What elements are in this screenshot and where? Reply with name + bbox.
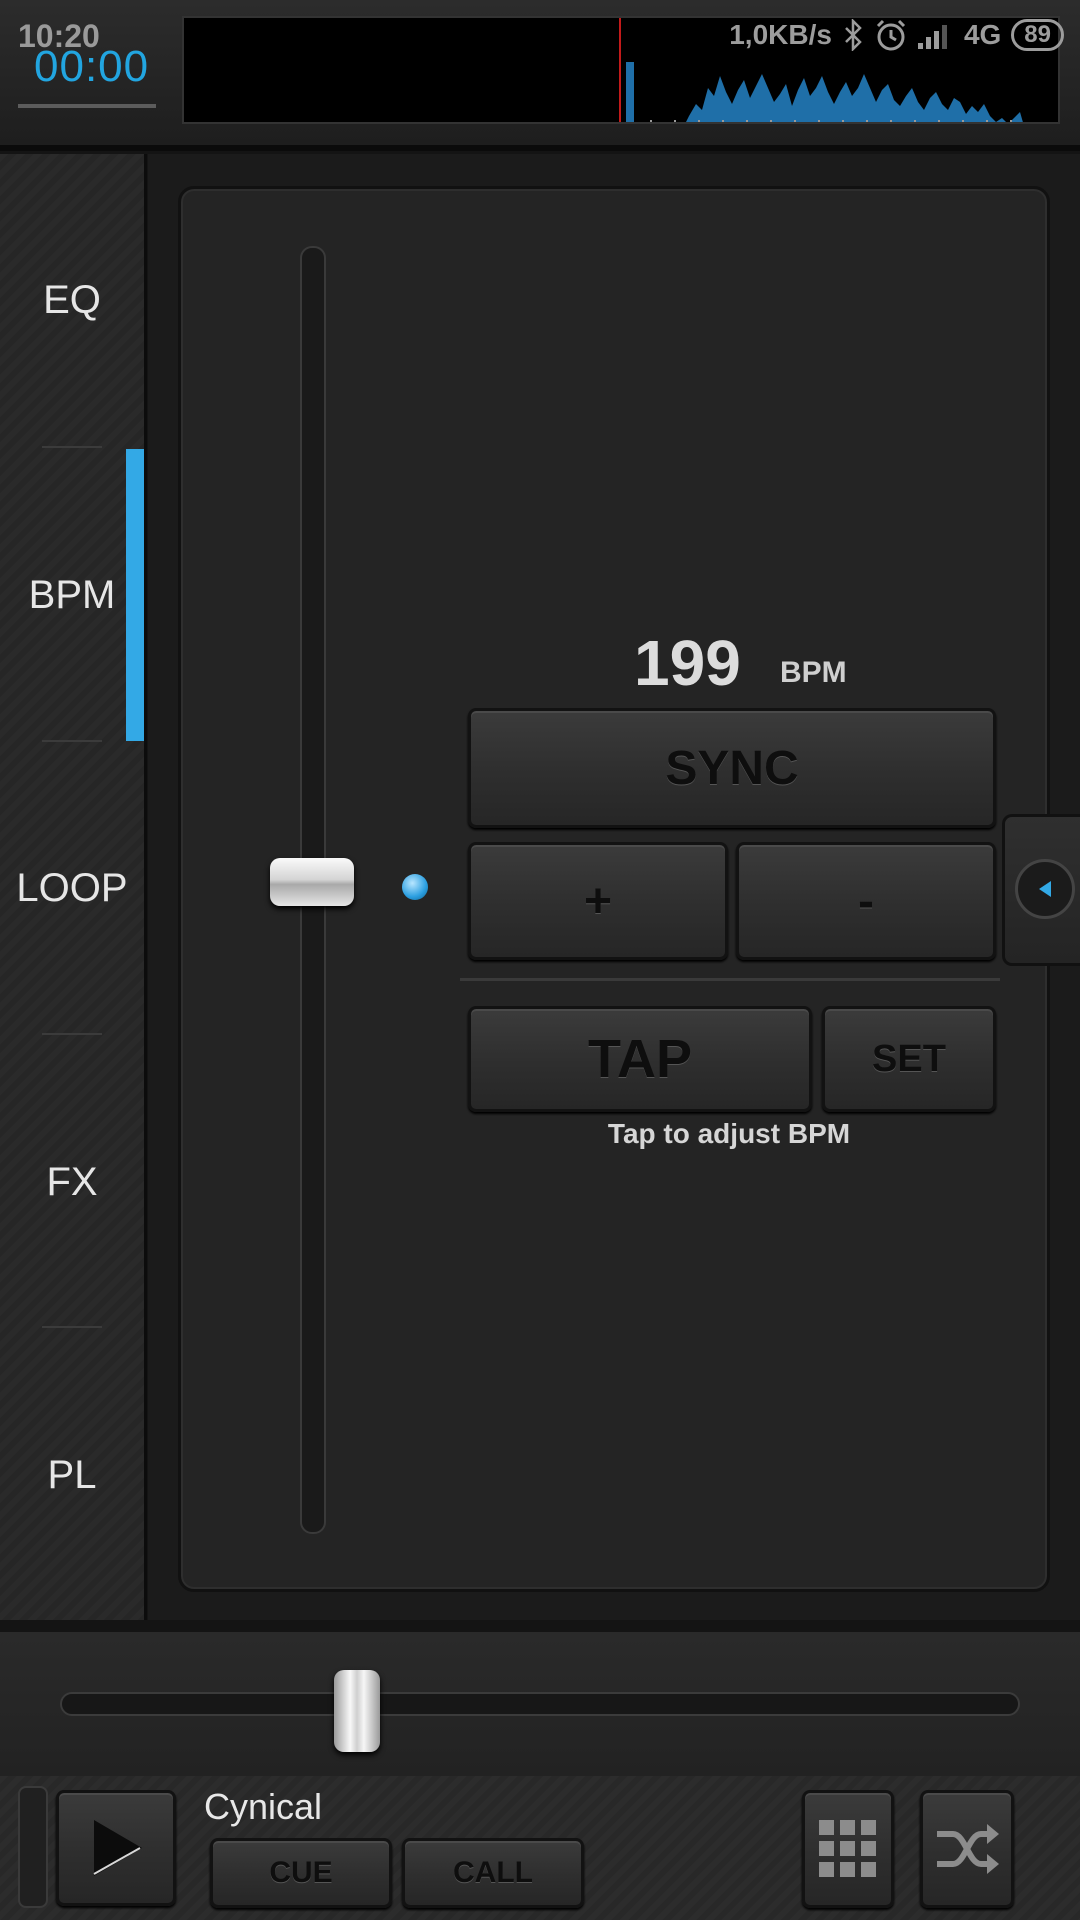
network-type: 4G: [963, 19, 1002, 50]
arrow-left-icon: [1015, 859, 1075, 919]
sidebar-tab-loop[interactable]: LOOP: [0, 742, 144, 1034]
sidebar-tab-pl[interactable]: PL: [0, 1329, 144, 1621]
tap-hint: Tap to adjust BPM: [607, 1118, 851, 1149]
crossfader-handle[interactable]: [334, 1670, 380, 1752]
bpm-value: 199: [634, 627, 741, 699]
collapse-panel-button[interactable]: [1002, 814, 1080, 966]
deck-side-handle[interactable]: [18, 1786, 48, 1908]
bluetooth-icon: [845, 19, 862, 51]
call-button[interactable]: CALL: [402, 1838, 584, 1908]
set-button[interactable]: SET: [822, 1006, 996, 1112]
grid-button[interactable]: [802, 1790, 894, 1908]
bpm-divider: [460, 978, 1000, 981]
tap-button[interactable]: TAP: [468, 1006, 812, 1112]
play-icon: [93, 1820, 142, 1876]
crossfader-track[interactable]: [60, 1692, 1020, 1716]
deck-timer: 00:00: [34, 42, 150, 91]
status-icons: 1,0KB/s 4G 89: [729, 18, 1064, 52]
shuffle-icon: [937, 1824, 999, 1874]
bpm-unit: BPM: [780, 656, 847, 689]
bpm-plus-button[interactable]: +: [468, 842, 728, 960]
waveform-start-peak: [626, 62, 634, 122]
battery-indicator: 89: [1011, 19, 1064, 51]
timer-underline: [18, 104, 156, 108]
pitch-slider-handle[interactable]: [270, 858, 354, 906]
active-tab-indicator: [126, 449, 144, 741]
sidebar-divider: [42, 1326, 102, 1328]
sidebar-divider: [42, 1033, 102, 1035]
bpm-minus-button[interactable]: -: [736, 842, 996, 960]
shuffle-button[interactable]: [920, 1790, 1014, 1908]
grid-icon: [819, 1820, 876, 1877]
sidebar-tab-fx[interactable]: FX: [0, 1036, 144, 1328]
alarm-icon: [876, 19, 905, 51]
sidebar-tab-eq[interactable]: EQ: [0, 154, 144, 446]
play-button[interactable]: [56, 1790, 176, 1906]
sidebar-tab-bpm[interactable]: BPM: [0, 449, 144, 741]
cue-button[interactable]: CUE: [210, 1838, 392, 1908]
sidebar: EQ BPM LOOP FX PL: [0, 154, 147, 1620]
waveform-peaks: [686, 74, 1023, 122]
signal-icon: [917, 25, 947, 49]
pitch-center-led: [402, 874, 428, 900]
network-speed: 1,0KB/s: [729, 19, 832, 50]
sync-button[interactable]: SYNC: [468, 708, 996, 828]
sidebar-divider: [42, 446, 102, 448]
track-title: Cynical: [204, 1786, 323, 1827]
